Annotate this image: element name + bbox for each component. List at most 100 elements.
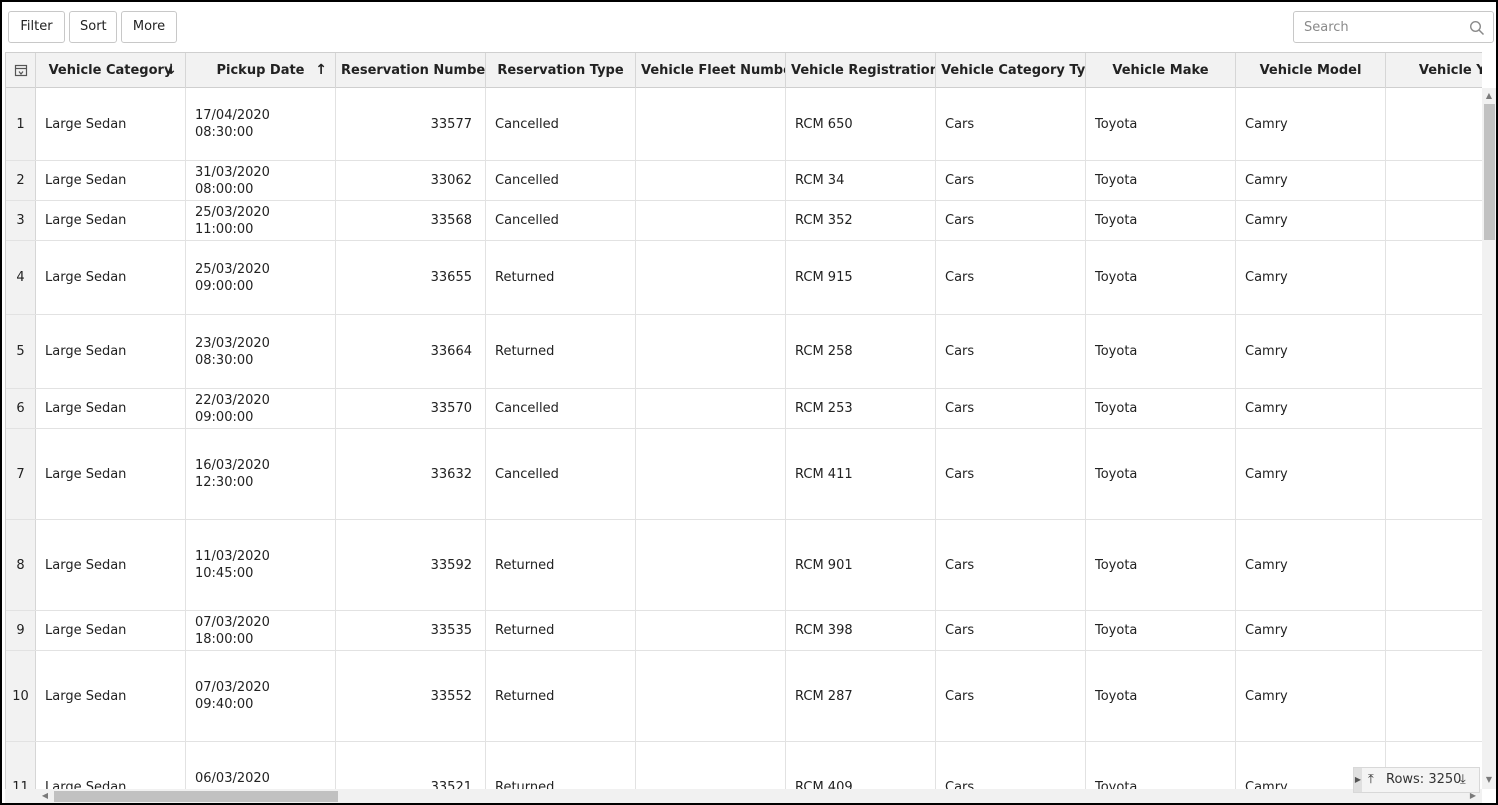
sort-ascending-icon[interactable]: ↑ — [315, 53, 327, 88]
vehicle-year-cell[interactable] — [1386, 520, 1482, 610]
vehicle-model-cell[interactable]: Camry — [1236, 520, 1386, 610]
vehicle-year-cell[interactable] — [1386, 389, 1482, 428]
reservation-number-cell[interactable]: 33570 — [336, 389, 486, 428]
row-number-cell[interactable]: 5 — [6, 315, 36, 388]
table-row[interactable]: 7 Large Sedan 16/03/2020 12:30:00 33632 Cance… — [6, 429, 1482, 520]
reservation-type-cell[interactable]: Cancelled — [486, 201, 636, 240]
fleet-number-cell[interactable] — [636, 161, 786, 200]
vehicle-category-cell[interactable]: Large Sedan — [36, 611, 186, 650]
category-type-cell[interactable]: Cars — [936, 611, 1086, 650]
registration-cell[interactable]: RCM 411 — [786, 429, 936, 519]
reservation-type-cell[interactable]: Returned — [486, 742, 636, 789]
reservation-type-cell[interactable]: Cancelled — [486, 161, 636, 200]
reservation-number-cell[interactable]: 33062 — [336, 161, 486, 200]
reservation-type-cell[interactable]: Cancelled — [486, 88, 636, 160]
column-header-category-type[interactable]: Vehicle Category Ty — [936, 53, 1086, 88]
reservation-type-cell[interactable]: Returned — [486, 611, 636, 650]
fleet-number-cell[interactable] — [636, 429, 786, 519]
vehicle-model-cell[interactable]: Camry — [1236, 161, 1386, 200]
column-chooser-icon[interactable] — [14, 64, 28, 78]
vehicle-model-cell[interactable]: Camry — [1236, 241, 1386, 314]
row-number-cell[interactable]: 1 — [6, 88, 36, 160]
reservation-number-cell[interactable]: 33632 — [336, 429, 486, 519]
vehicle-make-cell[interactable]: Toyota — [1086, 315, 1236, 388]
pickup-date-cell[interactable]: 07/03/2020 09:40:00 — [186, 651, 336, 741]
vehicle-make-cell[interactable]: Toyota — [1086, 389, 1236, 428]
category-type-cell[interactable]: Cars — [936, 651, 1086, 741]
fleet-number-cell[interactable] — [636, 651, 786, 741]
table-row[interactable]: 8 Large Sedan 11/03/2020 10:45:00 33592 Retur… — [6, 520, 1482, 611]
scroll-left-icon[interactable]: ◀ — [40, 791, 50, 801]
pickup-date-cell[interactable]: 23/03/2020 08:30:00 — [186, 315, 336, 388]
vehicle-year-cell[interactable] — [1386, 241, 1482, 314]
vehicle-category-cell[interactable]: Large Sedan — [36, 161, 186, 200]
vehicle-category-cell[interactable]: Large Sedan — [36, 651, 186, 741]
registration-cell[interactable]: RCM 915 — [786, 241, 936, 314]
row-number-cell[interactable]: 9 — [6, 611, 36, 650]
reservation-type-cell[interactable]: Returned — [486, 520, 636, 610]
fleet-number-cell[interactable] — [636, 315, 786, 388]
vehicle-year-cell[interactable] — [1386, 201, 1482, 240]
table-row[interactable]: 11Large Sedan06/03/202010:00:0033521Retu… — [6, 742, 1482, 789]
more-button[interactable]: More — [121, 11, 177, 43]
pickup-date-cell[interactable]: 31/03/2020 08:00:00 — [186, 161, 336, 200]
reservation-number-cell[interactable]: 33655 — [336, 241, 486, 314]
reservation-number-cell[interactable]: 33535 — [336, 611, 486, 650]
reservation-type-cell[interactable]: Returned — [486, 241, 636, 314]
row-number-cell[interactable]: 6 — [6, 389, 36, 428]
reservation-number-cell[interactable]: 33521 — [336, 742, 486, 789]
search-icon[interactable] — [1469, 20, 1485, 36]
table-row[interactable]: 9 Large Sedan 07/03/2020 18:00:00 33535 Retur… — [6, 611, 1482, 651]
vehicle-make-cell[interactable]: Toyota — [1086, 201, 1236, 240]
pickup-date-cell[interactable]: 07/03/2020 18:00:00 — [186, 611, 336, 650]
column-header-make[interactable]: Vehicle Make — [1086, 53, 1236, 88]
pickup-date-cell[interactable]: 11/03/2020 10:45:00 — [186, 520, 336, 610]
fleet-number-cell[interactable] — [636, 742, 786, 789]
vehicle-make-cell[interactable]: Toyota — [1086, 611, 1236, 650]
registration-cell[interactable]: RCM 253 — [786, 389, 936, 428]
row-number-cell[interactable]: 11 — [6, 742, 36, 789]
vehicle-year-cell[interactable] — [1386, 315, 1482, 388]
registration-cell[interactable]: RCM 398 — [786, 611, 936, 650]
table-row[interactable]: 5 Large Sedan 23/03/2020 08:30:00 33664 Retur… — [6, 315, 1482, 389]
sort-button[interactable]: Sort — [69, 11, 117, 43]
category-type-cell[interactable]: Cars — [936, 241, 1086, 314]
pickup-date-cell[interactable]: 17/04/2020 08:30:00 — [186, 88, 336, 160]
vehicle-make-cell[interactable]: Toyota — [1086, 742, 1236, 789]
reservation-number-cell[interactable]: 33552 — [336, 651, 486, 741]
category-type-cell[interactable]: Cars — [936, 315, 1086, 388]
column-header-pickup[interactable]: Pickup Date ↑ — [186, 53, 336, 88]
row-number-cell[interactable]: 3 — [6, 201, 36, 240]
vehicle-model-cell[interactable]: Camry — [1236, 611, 1386, 650]
fleet-number-cell[interactable] — [636, 389, 786, 428]
reservation-type-cell[interactable]: Returned — [486, 651, 636, 741]
pickup-date-cell[interactable]: 25/03/2020 09:00:00 — [186, 241, 336, 314]
row-number-cell[interactable]: 2 — [6, 161, 36, 200]
column-header-fleet-number[interactable]: Vehicle Fleet Numbe — [636, 53, 786, 88]
vehicle-category-cell[interactable]: Large Sedan — [36, 88, 186, 160]
vehicle-model-cell[interactable]: Camry — [1236, 315, 1386, 388]
filter-button[interactable]: Filter — [8, 11, 65, 43]
table-row[interactable]: 1 Large Sedan 17/04/2020 08:30:00 33577 Cance… — [6, 88, 1482, 161]
vehicle-category-cell[interactable]: Large Sedan — [36, 742, 186, 789]
scroll-to-top-icon[interactable]: ⤒ — [1368, 772, 1374, 787]
reservation-type-cell[interactable]: Cancelled — [486, 429, 636, 519]
category-type-cell[interactable]: Cars — [936, 429, 1086, 519]
fleet-number-cell[interactable] — [636, 611, 786, 650]
vertical-scroll-thumb[interactable] — [1484, 104, 1495, 240]
vehicle-category-cell[interactable]: Large Sedan — [36, 201, 186, 240]
category-type-cell[interactable]: Cars — [936, 161, 1086, 200]
reservation-number-cell[interactable]: 33568 — [336, 201, 486, 240]
fleet-number-cell[interactable] — [636, 88, 786, 160]
horizontal-scroll-thumb[interactable] — [54, 791, 338, 802]
registration-cell[interactable]: RCM 901 — [786, 520, 936, 610]
column-header-idx[interactable] — [6, 53, 36, 88]
column-header-category[interactable]: Vehicle Category ↓ — [36, 53, 186, 88]
category-type-cell[interactable]: Cars — [936, 88, 1086, 160]
pickup-date-cell[interactable]: 22/03/2020 09:00:00 — [186, 389, 336, 428]
column-header-reservation-number[interactable]: Reservation Numbe — [336, 53, 486, 88]
table-row[interactable]: 4 Large Sedan 25/03/2020 09:00:00 33655 Retur… — [6, 241, 1482, 315]
vehicle-model-cell[interactable]: Camry — [1236, 201, 1386, 240]
search-box[interactable] — [1293, 11, 1494, 43]
reservation-number-cell[interactable]: 33577 — [336, 88, 486, 160]
